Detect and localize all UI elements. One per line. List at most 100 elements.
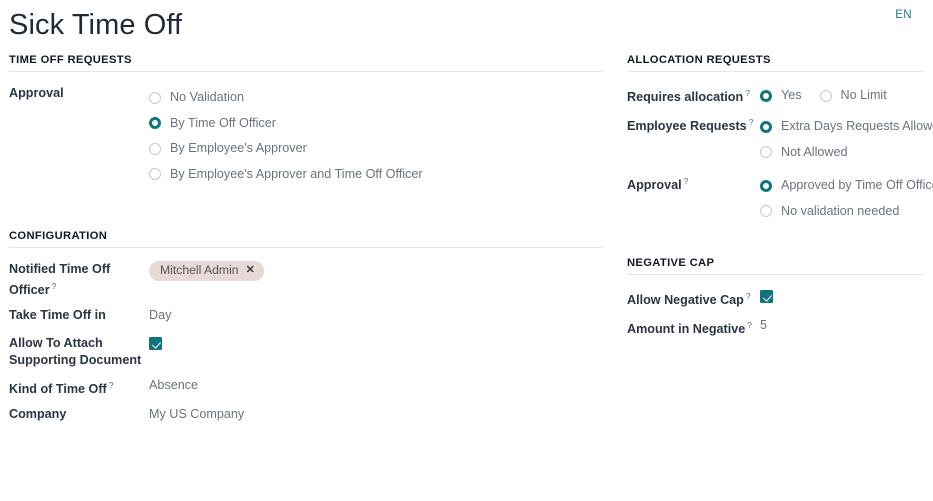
help-icon[interactable]: ? [745,88,750,98]
checkbox-allow-to-attach-supporting-document[interactable] [149,337,162,351]
group-allocation-requests: ALLOCATION REQUESTS Requires allocation?… [627,54,933,227]
radio-icon[interactable] [760,205,772,218]
field-label-approval: Approval [9,83,149,102]
right-section-spacer [627,227,924,257]
radio-option-by-employees-approver-and-time-off-officer[interactable]: By Employee's Approver and Time Off Offi… [149,162,603,188]
group-title-time-off-requests: TIME OFF REQUESTS [9,54,603,72]
field-label-amount-in-negative: Amount in Negative? [627,315,760,338]
tag-label: Mitchell Admin [160,263,239,277]
label-text: Amount in Negative [627,322,746,337]
field-value-allow-negative-cap [760,286,924,305]
radio-icon-selected[interactable] [760,179,772,192]
field-row-approval: Approval No Validation By Time Off Offic… [9,80,603,190]
field-label-notified-time-off-officer: Notified Time Off Officer? [9,259,149,299]
radio-icon-selected[interactable] [760,120,772,133]
field-value-allow-to-attach-supporting-document [149,333,603,352]
field-label-take-time-off-in: Take Time Off in [9,305,149,324]
radio-option-by-time-off-officer[interactable]: By Time Off Officer [149,111,603,137]
radio-label[interactable]: No validation needed [781,203,899,220]
radio-label[interactable]: Extra Days Requests Allowed [781,118,933,135]
columns-container: TIME OFF REQUESTS Approval No Validation… [9,54,933,429]
radio-option-no-limit[interactable]: No Limit [819,85,887,106]
field-row-requires-allocation: Requires allocation? Yes No Limit [627,80,924,109]
field-row-company: Company My US Company [9,401,603,429]
field-value-take-time-off-in[interactable]: Day [149,305,603,324]
label-text: Take Time Off in [9,308,106,323]
radio-label[interactable]: Approved by Time Off Officer [781,177,933,194]
radio-label[interactable]: By Employee's Approver and Time Off Offi… [170,166,423,183]
tag-chip-mitchell-admin[interactable]: Mitchell Admin ✕ [149,261,264,281]
help-icon[interactable]: ? [747,320,752,330]
checkbox-allow-negative-cap[interactable] [760,290,773,304]
radio-icon-selected[interactable] [760,89,772,102]
label-text: Notified Time Off Officer [9,262,111,298]
remove-tag-icon[interactable]: ✕ [246,265,255,276]
help-icon[interactable]: ? [746,291,751,301]
label-text: Employee Requests [627,119,747,134]
field-row-allow-to-attach-supporting-document: Allow To Attach Supporting Document [9,330,603,372]
radio-group-employee-requests: Extra Days Requests Allowed Not Allowed [760,112,933,166]
radio-option-not-allowed[interactable]: Not Allowed [760,140,924,166]
label-text: Requires allocation [627,90,744,105]
left-column: TIME OFF REQUESTS Approval No Validation… [9,54,603,429]
label-text: Allow Negative Cap [627,293,744,308]
settings-sheet: TIME OFF REQUESTS Approval No Validation… [0,54,933,429]
help-icon[interactable]: ? [749,117,754,127]
field-label-allow-to-attach-supporting-document: Allow To Attach Supporting Document [9,336,142,368]
help-icon[interactable]: ? [684,176,689,186]
label-text: Approval [627,178,682,193]
tags-field-notified-time-off-officer[interactable]: Mitchell Admin ✕ [149,259,603,281]
radio-icon[interactable] [760,146,772,159]
label-text: Approval [9,86,64,100]
radio-group-requires-allocation: Yes No Limit [760,83,924,106]
label-text: Kind of Time Off [9,382,107,397]
field-label-allow-negative-cap: Allow Negative Cap? [627,286,760,309]
radio-label[interactable]: No Validation [170,89,244,106]
radio-option-by-employees-approver[interactable]: By Employee's Approver [149,136,603,162]
radio-label[interactable]: Yes [781,87,802,104]
group-title-negative-cap: NEGATIVE CAP [627,257,924,276]
radio-option-extra-days-requests-allowed[interactable]: Extra Days Requests Allowed [760,114,933,140]
language-selector[interactable]: EN [895,9,912,21]
group-time-off-requests: TIME OFF REQUESTS Approval No Validation… [9,54,603,190]
field-label-allocation-approval: Approval? [627,171,760,194]
radio-icon[interactable] [149,91,161,104]
page-title: Sick Time Off [9,9,183,41]
radio-label[interactable]: By Employee's Approver [170,140,307,157]
field-label-employee-requests: Employee Requests? [627,112,760,135]
page-header: Sick Time Off EN [0,0,933,54]
right-column: ALLOCATION REQUESTS Requires allocation?… [627,54,933,342]
radio-icon[interactable] [149,168,161,181]
field-row-employee-requests: Employee Requests? Extra Days Requests A… [627,109,933,168]
radio-option-approved-by-time-off-officer[interactable]: Approved by Time Off Officer [760,173,933,199]
field-row-notified-time-off-officer: Notified Time Off Officer? Mitchell Admi… [9,256,603,302]
field-row-take-time-off-in: Take Time Off in Day [9,302,603,330]
group-title-allocation-requests: ALLOCATION REQUESTS [627,54,924,72]
help-icon[interactable]: ? [109,380,114,390]
radio-icon[interactable] [149,142,161,155]
field-label-company: Company [9,404,149,423]
field-row-allow-negative-cap: Allow Negative Cap? [627,283,924,312]
radio-label[interactable]: Not Allowed [781,144,848,161]
radio-group-approval: No Validation By Time Off Officer By Emp… [149,83,603,187]
radio-label[interactable]: By Time Off Officer [170,115,276,132]
radio-label[interactable]: No Limit [841,87,887,104]
help-icon[interactable]: ? [52,281,57,291]
radio-option-no-validation-needed[interactable]: No validation needed [760,199,924,225]
radio-icon[interactable] [819,89,832,102]
field-row-amount-in-negative: Amount in Negative? 5 [627,312,924,341]
group-title-configuration: CONFIGURATION [9,230,603,248]
radio-group-allocation-approval: Approved by Time Off Officer No validati… [760,171,933,225]
left-section-spacer [9,190,603,230]
field-row-allocation-approval: Approval? Approved by Time Off Officer N… [627,168,933,227]
field-row-kind-of-time-off: Kind of Time Off? Absence [9,372,603,401]
group-configuration: CONFIGURATION Notified Time Off Officer?… [9,230,603,429]
field-value-company[interactable]: My US Company [149,404,603,423]
field-value-kind-of-time-off[interactable]: Absence [149,375,603,394]
field-label-requires-allocation: Requires allocation? [627,83,760,106]
radio-option-no-validation[interactable]: No Validation [149,85,603,111]
radio-icon-selected[interactable] [149,117,161,130]
field-value-amount-in-negative[interactable]: 5 [760,315,924,334]
radio-option-yes[interactable]: Yes [760,85,802,106]
field-label-kind-of-time-off: Kind of Time Off? [9,375,149,398]
